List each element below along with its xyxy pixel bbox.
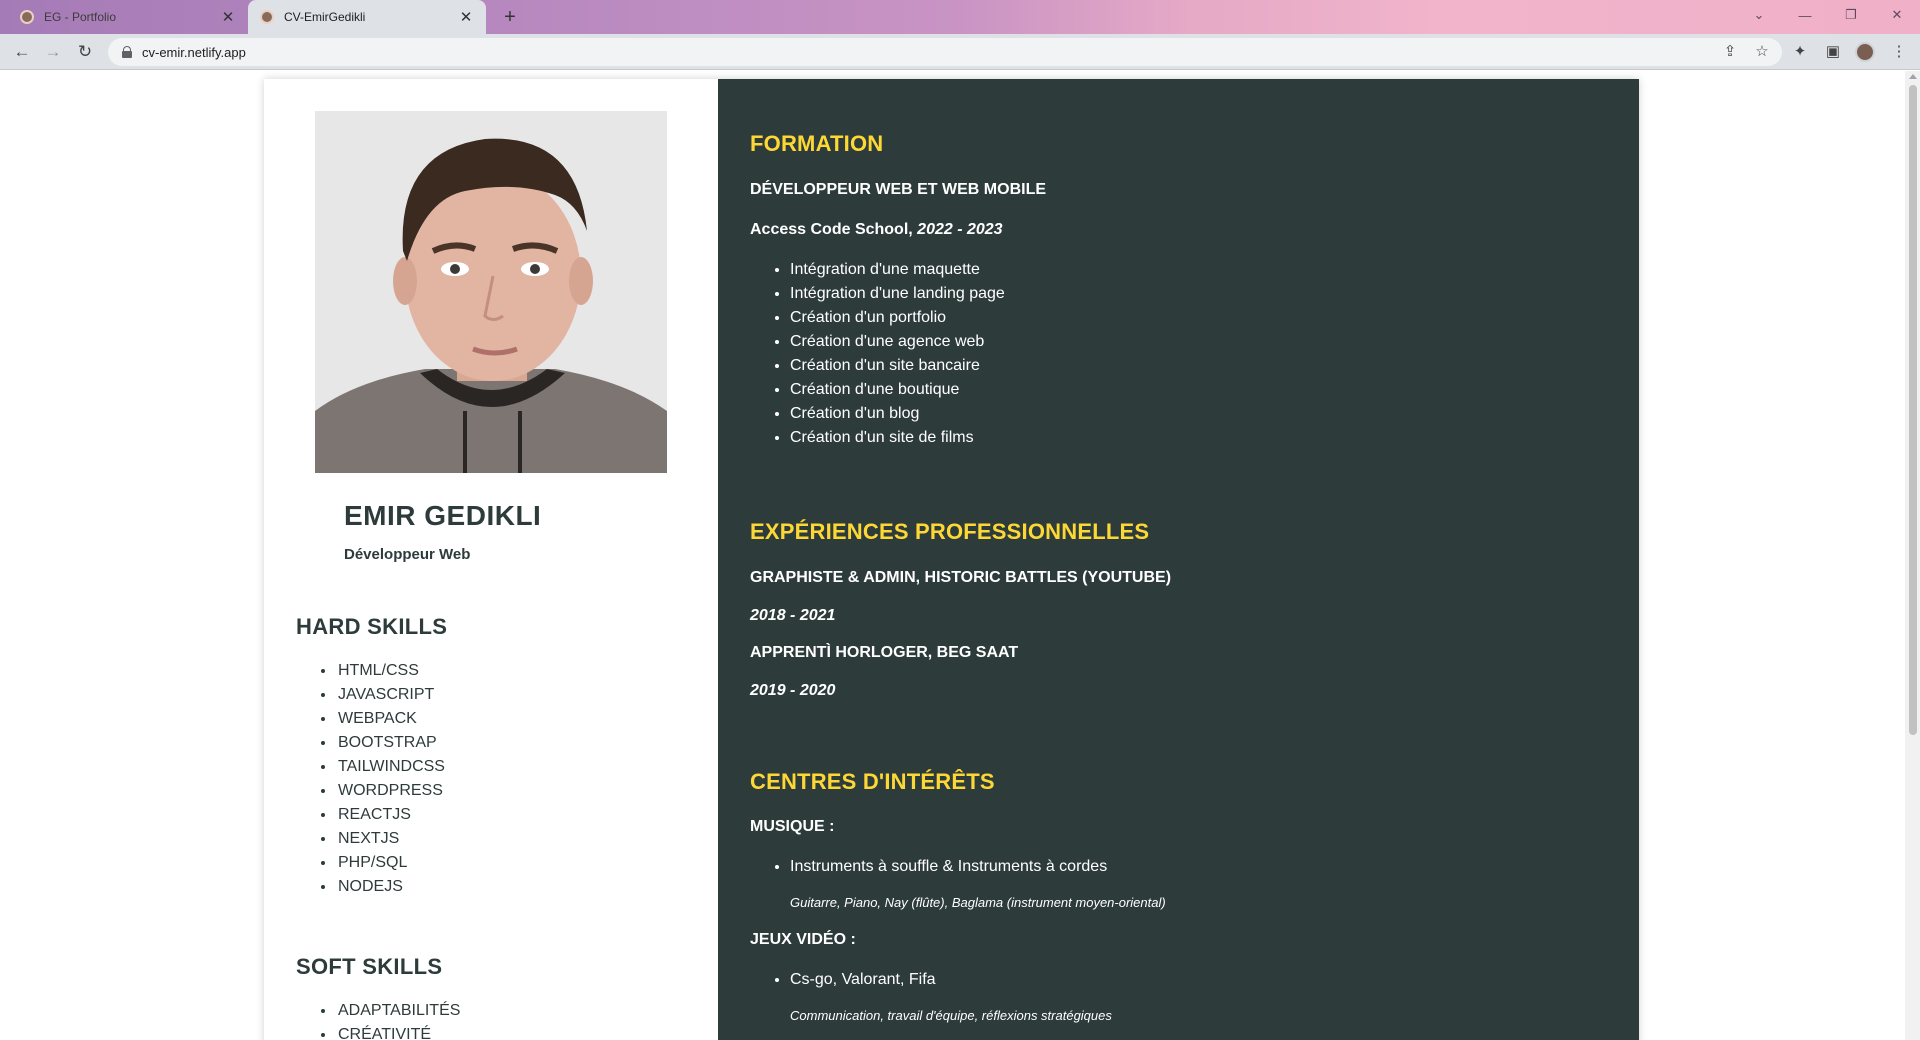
soft-skills-title: SOFT SKILLS — [296, 954, 443, 979]
soft-skills-list: ADAPTABILITÉS CRÉATIVITÉ — [336, 999, 460, 1040]
list-item: Intégration d'une landing page — [790, 282, 1005, 306]
formation-school: Access Code School, 2022 - 2023 — [750, 221, 1003, 239]
tab-title: EG - Portfolio — [44, 10, 117, 24]
list-item: REACTJS — [336, 803, 445, 827]
list-item: NEXTJS — [336, 827, 445, 851]
list-item: Création d'une boutique — [790, 378, 1005, 402]
music-list: Instruments à souffle & Instruments à co… — [790, 855, 1107, 879]
url-text: cv-emir.netlify.app — [142, 44, 246, 60]
browser-tabstrip: EG - Portfolio ✕ CV-EmirGedikli ✕ + ⌄ — … — [0, 0, 1920, 34]
school-years: 2022 - 2023 — [917, 221, 1003, 238]
list-item: Cs-go, Valorant, Fifa — [790, 968, 936, 992]
reload-icon[interactable]: ↻ — [73, 40, 97, 64]
list-item: TAILWINDCSS — [336, 755, 445, 779]
school-name: Access Code School, — [750, 221, 913, 238]
tab-search-icon[interactable]: ⌄ — [1736, 0, 1782, 30]
job-title: GRAPHISTE & ADMIN, HISTORIC BATTLES (YOU… — [750, 569, 1172, 586]
experience-title: EXPÉRIENCES PROFESSIONNELLES — [750, 519, 1150, 544]
hard-skills-list: HTML/CSS JAVASCRIPT WEBPACK BOOTSTRAP TA… — [336, 659, 445, 899]
avatar-favicon-icon — [20, 10, 34, 24]
profile-avatar[interactable] — [1855, 42, 1875, 62]
job-dates: 2018 - 2021 — [750, 607, 836, 624]
candidate-name: EMIR GEDIKLI — [344, 500, 542, 531]
profile-photo — [315, 111, 667, 473]
lock-icon — [122, 46, 132, 58]
list-item: Création d'un portfolio — [790, 306, 1005, 330]
list-item: NODEJS — [336, 875, 445, 899]
avatar-favicon-icon — [260, 10, 274, 24]
formation-title: FORMATION — [750, 131, 884, 156]
minimize-icon[interactable]: — — [1782, 0, 1828, 30]
list-item: HTML/CSS — [336, 659, 445, 683]
new-tab-button[interactable]: + — [498, 5, 522, 29]
close-icon[interactable]: ✕ — [220, 8, 236, 26]
cv-left-column: EMIR GEDIKLI Développeur Web HARD SKILLS… — [264, 79, 718, 1040]
list-item: Création d'un site de films — [790, 426, 1005, 450]
extensions-icon[interactable]: ✦ — [1788, 40, 1812, 64]
games-label: JEUX VIDÉO : — [750, 931, 856, 948]
candidate-role: Développeur Web — [344, 546, 471, 563]
window-close-icon[interactable]: ✕ — [1874, 0, 1920, 30]
share-icon[interactable]: ⇪ — [1718, 40, 1742, 64]
list-item: PHP/SQL — [336, 851, 445, 875]
job-dates: 2019 - 2020 — [750, 682, 836, 699]
bookmark-star-icon[interactable]: ☆ — [1750, 40, 1774, 64]
tab-title: CV-EmirGedikli — [284, 10, 366, 24]
side-panel-icon[interactable]: ▣ — [1821, 40, 1845, 64]
scroll-up-icon[interactable] — [1909, 74, 1917, 79]
menu-icon[interactable]: ⋮ — [1887, 40, 1911, 64]
list-item: BOOTSTRAP — [336, 731, 445, 755]
list-item: Création d'un site bancaire — [790, 354, 1005, 378]
page-viewport: EMIR GEDIKLI Développeur Web HARD SKILLS… — [0, 71, 1905, 1040]
forward-icon[interactable]: → — [41, 40, 65, 64]
tab-portfolio[interactable]: EG - Portfolio ✕ — [8, 0, 248, 34]
job-title: APPRENTÌ HORLOGER, BEG SAAT — [750, 644, 1019, 661]
portrait-image — [315, 111, 667, 473]
music-label: MUSIQUE : — [750, 818, 835, 835]
hard-skills-title: HARD SKILLS — [296, 614, 448, 639]
list-item: WORDPRESS — [336, 779, 445, 803]
list-item: Création d'un blog — [790, 402, 1005, 426]
games-note: Communication, travail d'équipe, réflexi… — [790, 1008, 1112, 1023]
address-bar[interactable]: cv-emir.netlify.app — [108, 38, 1782, 66]
restore-icon[interactable]: ❐ — [1828, 0, 1874, 30]
games-list: Cs-go, Valorant, Fifa — [790, 968, 936, 992]
list-item: WEBPACK — [336, 707, 445, 731]
scrollbar-thumb[interactable] — [1909, 85, 1917, 735]
formation-degree: DÉVELOPPEUR WEB ET WEB MOBILE — [750, 181, 1047, 198]
browser-toolbar: ← → ↻ cv-emir.netlify.app ⇪ ☆ ✦ ▣ ⋮ — [0, 34, 1920, 70]
list-item: ADAPTABILITÉS — [336, 999, 460, 1023]
page-scrollbar[interactable] — [1905, 71, 1920, 1040]
list-item: Instruments à souffle & Instruments à co… — [790, 855, 1107, 879]
formation-list: Intégration d'une maquette Intégration d… — [790, 258, 1005, 450]
list-item: JAVASCRIPT — [336, 683, 445, 707]
list-item: Intégration d'une maquette — [790, 258, 1005, 282]
cv-sheet: EMIR GEDIKLI Développeur Web HARD SKILLS… — [264, 79, 1639, 1040]
interests-title: CENTRES D'INTÉRÊTS — [750, 769, 995, 794]
window-controls: ⌄ — ❐ ✕ — [1736, 0, 1920, 30]
back-icon[interactable]: ← — [10, 40, 34, 64]
tab-cv[interactable]: CV-EmirGedikli ✕ — [248, 0, 486, 34]
cv-right-column: FORMATION DÉVELOPPEUR WEB ET WEB MOBILE … — [718, 79, 1639, 1040]
list-item: CRÉATIVITÉ — [336, 1023, 460, 1040]
close-icon[interactable]: ✕ — [458, 8, 474, 26]
list-item: Création d'une agence web — [790, 330, 1005, 354]
music-note: Guitarre, Piano, Nay (flûte), Baglama (i… — [790, 895, 1166, 910]
